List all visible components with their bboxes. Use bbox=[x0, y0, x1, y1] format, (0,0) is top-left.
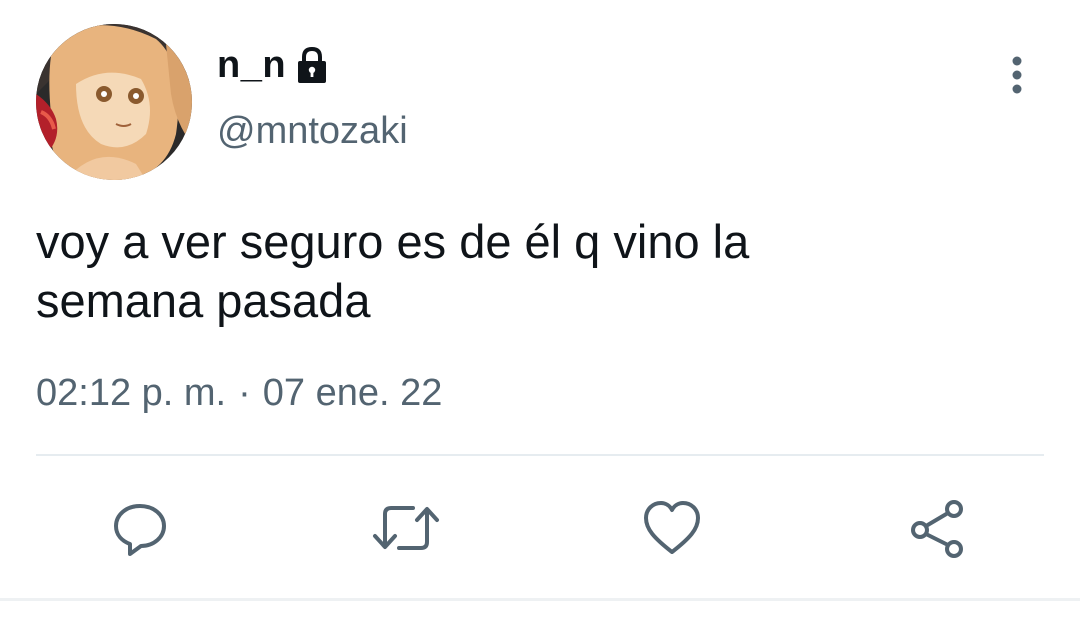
avatar[interactable] bbox=[36, 24, 192, 180]
retweet-icon bbox=[373, 506, 439, 550]
tweet-text-line: voy a ver seguro es de él q vino la bbox=[36, 215, 750, 268]
tweet-date: 07 ene. 22 bbox=[262, 372, 443, 414]
more-vertical-icon[interactable] bbox=[1000, 54, 1034, 98]
divider bbox=[36, 454, 1044, 456]
timestamp-separator: · bbox=[238, 372, 251, 414]
user-handle[interactable]: @mntozaki bbox=[217, 110, 408, 153]
heart-icon bbox=[644, 501, 700, 554]
tweet-text-line: semana pasada bbox=[36, 274, 371, 327]
tweet-timestamp[interactable]: 02:12 p. m. · 07 ene. 22 bbox=[36, 372, 442, 415]
like-button[interactable] bbox=[632, 488, 712, 568]
reply-button[interactable] bbox=[100, 488, 180, 568]
share-icon bbox=[911, 500, 963, 558]
display-name[interactable]: n_n bbox=[217, 44, 286, 87]
tweet-time: 02:12 p. m. bbox=[36, 372, 227, 414]
reply-icon bbox=[114, 504, 166, 556]
lock-icon bbox=[292, 45, 332, 85]
share-button[interactable] bbox=[898, 488, 978, 568]
divider bbox=[0, 598, 1080, 601]
tweet-text: voy a ver seguro es de él q vino la sema… bbox=[36, 212, 1036, 330]
retweet-button[interactable] bbox=[366, 488, 446, 568]
tweet-actions-bar bbox=[0, 488, 1080, 568]
author-name-row: n_n bbox=[217, 40, 332, 90]
